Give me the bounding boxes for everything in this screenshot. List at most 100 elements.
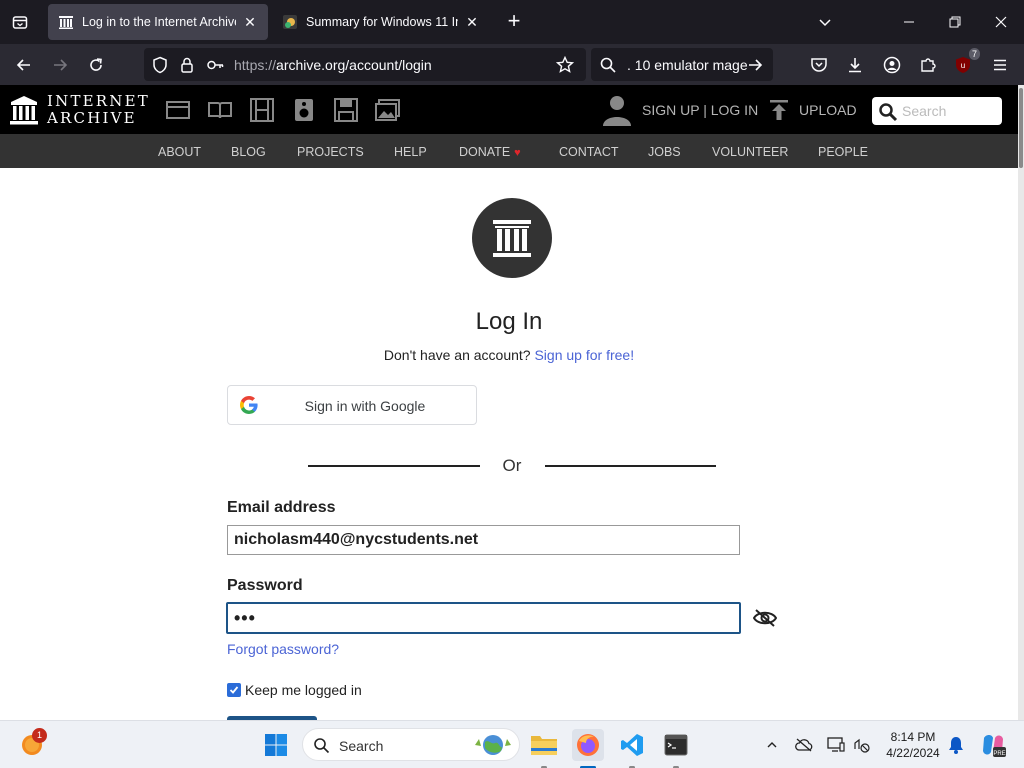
scrollbar-thumb[interactable] bbox=[1019, 88, 1023, 168]
forward-arrow-icon bbox=[54, 59, 68, 71]
toggle-password-visibility-icon[interactable] bbox=[753, 608, 777, 628]
email-field[interactable]: nicholasm440@nycstudents.net bbox=[227, 525, 740, 555]
folder-icon bbox=[531, 736, 557, 755]
onedrive-tray-icon[interactable] bbox=[794, 735, 814, 755]
system-clock[interactable]: 8:14 PM 4/22/2024 bbox=[880, 729, 946, 761]
minimize-icon bbox=[904, 21, 914, 23]
show-hidden-icons-button[interactable] bbox=[762, 735, 782, 755]
nav-projects[interactable]: PROJECTS bbox=[297, 145, 364, 159]
archive-logo-icon[interactable] bbox=[10, 95, 38, 125]
url-text[interactable]: https://archive.org/account/login bbox=[234, 57, 432, 73]
minimize-button[interactable] bbox=[895, 8, 923, 36]
close-tab-icon[interactable]: ✕ bbox=[242, 14, 258, 30]
clock-time: 8:14 PM bbox=[890, 730, 936, 744]
archive-building-icon bbox=[493, 220, 531, 257]
search-bar-text: . 10 emulator mage bbox=[627, 57, 748, 73]
signup-login-link[interactable]: SIGN UP | LOG IN bbox=[642, 102, 758, 118]
upload-link[interactable]: UPLOAD bbox=[799, 102, 857, 118]
or-divider-right bbox=[545, 465, 716, 467]
bookmark-star-icon[interactable] bbox=[556, 56, 574, 74]
nav-volunteer[interactable]: VOLUNTEER bbox=[712, 145, 788, 159]
taskbar-terminal[interactable] bbox=[660, 729, 692, 761]
ia-search-input[interactable]: Search bbox=[872, 97, 1002, 125]
extension-count-badge: 7 bbox=[968, 48, 980, 60]
nav-help[interactable]: HELP bbox=[394, 145, 427, 159]
list-all-tabs-button[interactable] bbox=[6, 8, 34, 36]
nav-blog[interactable]: BLOG bbox=[231, 145, 266, 159]
ia-search-placeholder: Search bbox=[902, 103, 947, 119]
texts-icon[interactable] bbox=[207, 98, 233, 122]
back-button[interactable] bbox=[10, 51, 38, 79]
chevron-up-icon bbox=[767, 742, 777, 748]
tab-overflow-button[interactable] bbox=[811, 8, 839, 36]
svg-text:PRE: PRE bbox=[993, 751, 1005, 757]
ia-top-bar: INTERNET ARCHIVE SIGN UP | LOG IN UPLOAD… bbox=[0, 85, 1018, 134]
keep-logged-in-checkbox[interactable] bbox=[227, 683, 241, 697]
signup-free-link[interactable]: Sign up for free! bbox=[534, 347, 634, 363]
copilot-icon: PRE bbox=[983, 735, 1006, 757]
logo-line-1: INTERNET bbox=[47, 92, 150, 110]
reload-button[interactable] bbox=[82, 51, 110, 79]
password-label: Password bbox=[227, 577, 303, 594]
close-tab-icon[interactable]: ✕ bbox=[464, 14, 480, 30]
archive-logo-wordmark[interactable]: INTERNET ARCHIVE bbox=[47, 93, 150, 127]
reload-icon bbox=[90, 58, 102, 71]
forward-button[interactable] bbox=[46, 51, 74, 79]
restore-button[interactable] bbox=[941, 8, 969, 36]
tab-internet-archive-login[interactable]: Log in to the Internet Archive ✕ bbox=[48, 4, 268, 40]
taskbar-search-label: Search bbox=[339, 738, 384, 754]
bell-icon bbox=[949, 737, 963, 754]
or-divider-left bbox=[308, 465, 480, 467]
extensions-button[interactable] bbox=[915, 52, 941, 78]
notifications-button[interactable] bbox=[946, 735, 966, 755]
ublock-extension-button[interactable]: u 7 bbox=[950, 48, 980, 78]
archive-circle-logo bbox=[472, 198, 552, 278]
downloads-button[interactable] bbox=[842, 52, 868, 78]
nav-donate[interactable]: DONATE ♥ bbox=[459, 145, 521, 159]
account-button[interactable] bbox=[879, 52, 905, 78]
vscode-icon bbox=[621, 734, 643, 756]
taskbar-firefox[interactable] bbox=[572, 729, 604, 761]
page-scrollbar[interactable] bbox=[1018, 85, 1024, 720]
video-icon[interactable] bbox=[249, 98, 275, 122]
keep-logged-in-label[interactable]: Keep me logged in bbox=[245, 682, 362, 698]
browser-navigation-bar: https://archive.org/account/login . 10 e… bbox=[0, 44, 1024, 85]
windows-taskbar: 1 Search 8:14 PM 4/22/2024 PRE bbox=[0, 720, 1024, 768]
nav-jobs[interactable]: JOBS bbox=[648, 145, 681, 159]
taskbar-search-box[interactable]: Search bbox=[302, 728, 520, 761]
start-button[interactable] bbox=[260, 729, 292, 761]
user-avatar-icon[interactable] bbox=[602, 94, 632, 126]
key-permissions-icon[interactable] bbox=[206, 56, 224, 74]
nav-people[interactable]: PEOPLE bbox=[818, 145, 868, 159]
audio-icon[interactable] bbox=[291, 98, 317, 122]
software-icon[interactable] bbox=[333, 98, 359, 122]
restore-icon bbox=[949, 16, 961, 28]
web-icon[interactable] bbox=[165, 98, 191, 122]
search-bar[interactable]: . 10 emulator mage bbox=[591, 48, 773, 81]
pocket-icon bbox=[811, 58, 827, 72]
forgot-password-link[interactable]: Forgot password? bbox=[227, 641, 339, 657]
pocket-button[interactable] bbox=[806, 52, 832, 78]
display-tray-icon[interactable] bbox=[826, 735, 846, 755]
go-arrow-icon[interactable] bbox=[747, 57, 763, 73]
url-host-path: archive.org/account/login bbox=[276, 57, 432, 73]
close-window-button[interactable] bbox=[987, 8, 1015, 36]
taskbar-file-explorer[interactable] bbox=[528, 729, 560, 761]
copilot-button[interactable]: PRE bbox=[980, 732, 1006, 758]
google-signin-button[interactable]: Sign in with Google bbox=[227, 385, 477, 425]
tracking-protection-shield-icon[interactable] bbox=[151, 56, 169, 74]
images-icon[interactable] bbox=[375, 98, 401, 122]
nav-about[interactable]: ABOUT bbox=[158, 145, 201, 159]
nav-contact[interactable]: CONTACT bbox=[559, 145, 619, 159]
address-bar[interactable]: https://archive.org/account/login bbox=[144, 48, 586, 81]
chevron-down-icon bbox=[819, 19, 831, 27]
network-volume-tray-icon[interactable] bbox=[852, 735, 872, 755]
windows-logo-icon bbox=[265, 734, 287, 756]
password-field[interactable]: ••• bbox=[226, 602, 741, 634]
lock-icon[interactable] bbox=[178, 56, 196, 74]
new-tab-button[interactable]: + bbox=[502, 10, 526, 34]
app-menu-button[interactable] bbox=[987, 52, 1013, 78]
upload-icon[interactable] bbox=[768, 99, 790, 121]
tab-windows-insider-summary[interactable]: Summary for Windows 11 Insid ✕ bbox=[272, 4, 490, 40]
taskbar-vscode[interactable] bbox=[616, 729, 648, 761]
